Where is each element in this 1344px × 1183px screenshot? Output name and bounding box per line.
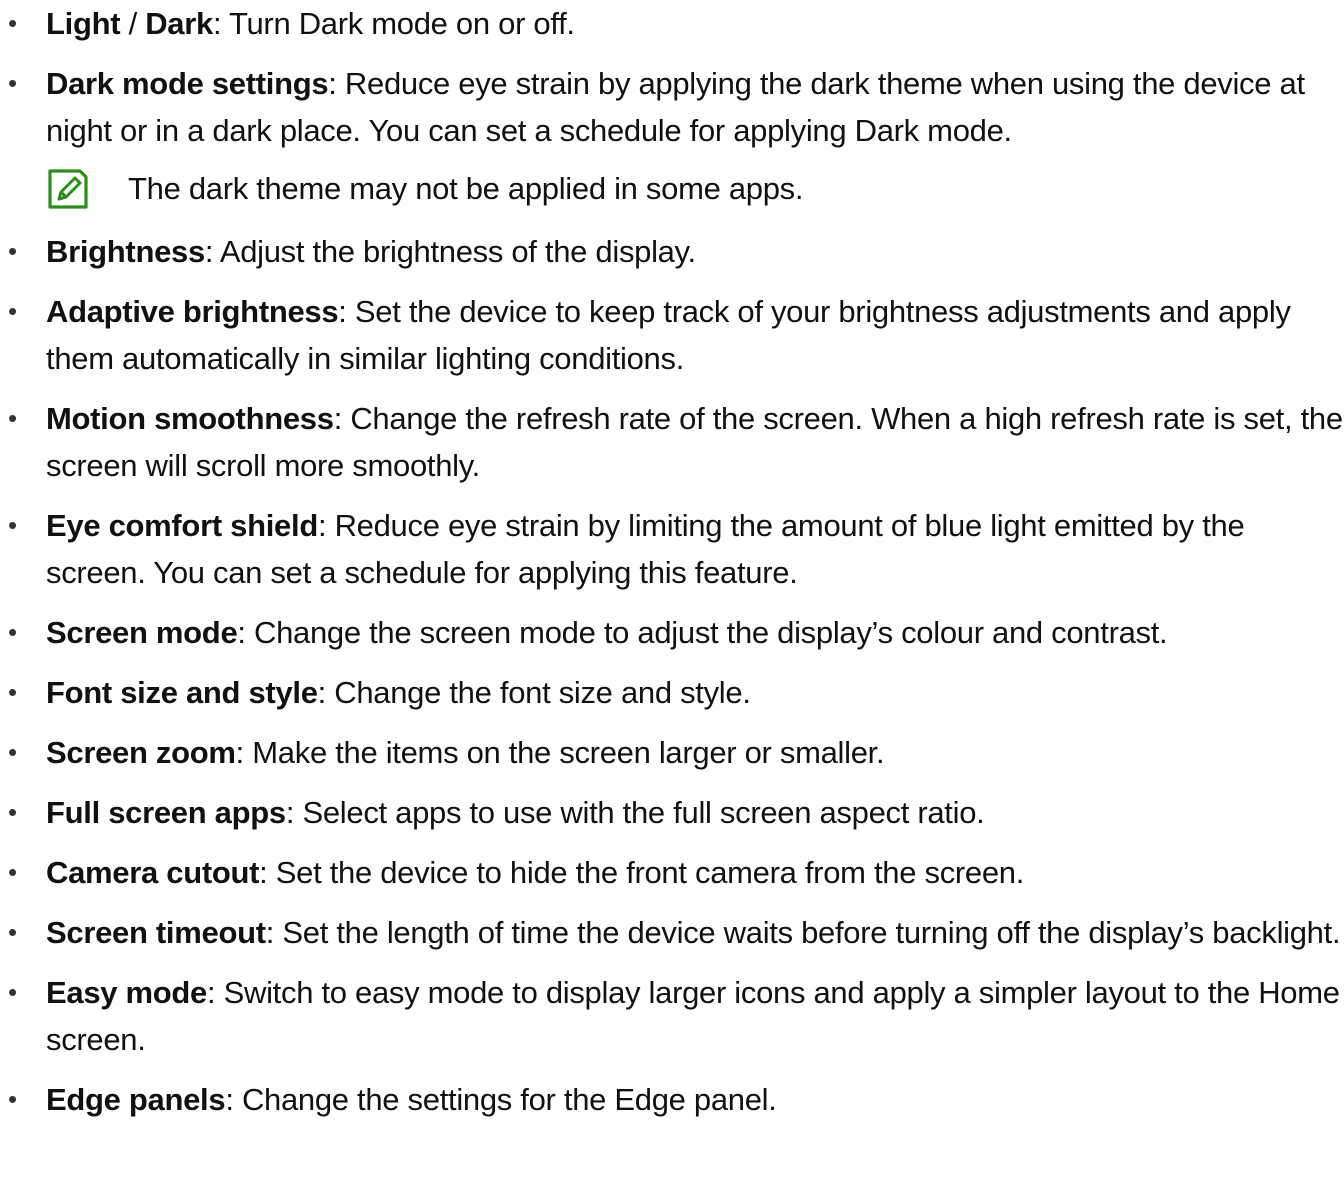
- list-item-motion-smoothness: • Motion smoothness: Change the refresh …: [0, 395, 1344, 489]
- term-light: Light: [46, 6, 121, 41]
- bullet: •: [8, 617, 17, 647]
- bullet: •: [8, 236, 17, 266]
- settings-description-list: • Light / Dark: Turn Dark mode on or off…: [0, 0, 1344, 1136]
- bullet: •: [8, 1084, 17, 1114]
- list-item-dark-mode-settings: • Dark mode settings: Reduce eye strain …: [0, 60, 1344, 154]
- note-pencil-icon: [48, 169, 88, 209]
- item-description: : Select apps to use with the full scree…: [285, 795, 985, 830]
- bullet: •: [8, 917, 17, 947]
- item-description: : Turn Dark mode on or off.: [212, 6, 575, 41]
- bullet: •: [8, 403, 17, 433]
- list-item-light-dark: • Light / Dark: Turn Dark mode on or off…: [0, 0, 1344, 47]
- list-item-adaptive-brightness: • Adaptive brightness: Set the device to…: [0, 288, 1344, 382]
- item-term: Dark mode settings: [46, 66, 329, 101]
- term-separator: /: [120, 6, 146, 41]
- bullet: •: [8, 68, 17, 98]
- item-term: Easy mode: [46, 975, 207, 1010]
- item-description: : Set the length of time the device wait…: [265, 915, 1341, 950]
- item-description: : Adjust the brightness of the display.: [204, 234, 696, 269]
- item-term: Brightness: [46, 234, 205, 269]
- bullet: •: [8, 797, 17, 827]
- item-term: Eye comfort shield: [46, 508, 318, 543]
- item-term: Screen mode: [46, 615, 238, 650]
- bullet: •: [8, 977, 17, 1007]
- bullet: •: [8, 857, 17, 887]
- item-description: : Change the font size and style.: [317, 675, 751, 710]
- bullet: •: [8, 677, 17, 707]
- note-callout: The dark theme may not be applied in som…: [0, 165, 1344, 212]
- item-description: : Change the screen mode to adjust the d…: [237, 615, 1168, 650]
- item-term: Motion smoothness: [46, 401, 334, 436]
- list-item-font-size-and-style: • Font size and style: Change the font s…: [0, 669, 1344, 716]
- list-item-camera-cutout: • Camera cutout: Set the device to hide …: [0, 849, 1344, 896]
- item-description: : Make the items on the screen larger or…: [235, 735, 885, 770]
- item-term: Full screen apps: [46, 795, 286, 830]
- bullet: •: [8, 737, 17, 767]
- item-term: Screen timeout: [46, 915, 266, 950]
- item-description: : Change the settings for the Edge panel…: [225, 1082, 777, 1117]
- term-dark: Dark: [145, 6, 213, 41]
- note-text: The dark theme may not be applied in som…: [128, 171, 804, 206]
- list-item-full-screen-apps: • Full screen apps: Select apps to use w…: [0, 789, 1344, 836]
- list-item-screen-zoom: • Screen zoom: Make the items on the scr…: [0, 729, 1344, 776]
- list-item-edge-panels: • Edge panels: Change the settings for t…: [0, 1076, 1344, 1123]
- item-description: : Set the device to hide the front camer…: [259, 855, 1025, 890]
- list-item-easy-mode: • Easy mode: Switch to easy mode to disp…: [0, 969, 1344, 1063]
- bullet: •: [8, 296, 17, 326]
- list-item-eye-comfort-shield: • Eye comfort shield: Reduce eye strain …: [0, 502, 1344, 596]
- item-term: Camera cutout: [46, 855, 260, 890]
- item-term: Screen zoom: [46, 735, 236, 770]
- item-term: Edge panels: [46, 1082, 226, 1117]
- list-item-screen-mode: • Screen mode: Change the screen mode to…: [0, 609, 1344, 656]
- list-item-brightness: • Brightness: Adjust the brightness of t…: [0, 228, 1344, 275]
- item-term: Adaptive brightness: [46, 294, 339, 329]
- bullet: •: [8, 510, 17, 540]
- list-item-screen-timeout: • Screen timeout: Set the length of time…: [0, 909, 1344, 956]
- bullet: •: [8, 8, 17, 38]
- item-term: Font size and style: [46, 675, 318, 710]
- item-description: : Switch to easy mode to display larger …: [46, 975, 1340, 1057]
